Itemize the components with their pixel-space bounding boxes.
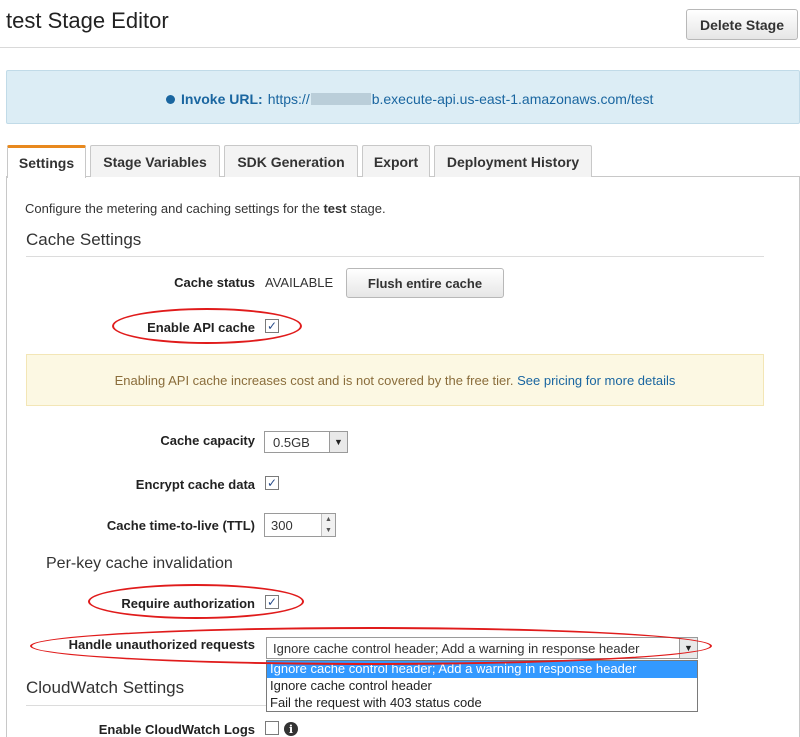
settings-description: Configure the metering and caching setti… — [25, 201, 386, 216]
require-authorization-checkbox[interactable]: ✓ — [265, 595, 279, 609]
cloudwatch-logs-checkbox[interactable] — [265, 721, 279, 735]
dropdown-option[interactable]: Ignore cache control header; Add a warni… — [267, 661, 697, 678]
invoke-url-line: Invoke URL: https:// b.execute-api.us-ea… — [166, 91, 653, 107]
cache-capacity-value: 0.5GB — [273, 435, 310, 450]
page-title: test Stage Editor — [6, 8, 169, 33]
cloudwatch-settings-divider — [26, 705, 266, 706]
enable-api-cache-checkbox[interactable]: ✓ — [265, 319, 279, 333]
cache-settings-divider — [26, 256, 764, 257]
dropdown-option[interactable]: Ignore cache control header — [267, 678, 697, 695]
tab-stage-variables[interactable]: Stage Variables — [90, 145, 220, 177]
ttl-label: Cache time-to-live (TTL) — [106, 518, 255, 533]
encrypt-cache-checkbox[interactable]: ✓ — [265, 476, 279, 490]
dropdown-option[interactable]: Fail the request with 403 status code — [267, 695, 697, 712]
spinner-down-icon[interactable]: ▼ — [321, 525, 335, 536]
cache-settings-title: Cache Settings — [26, 230, 142, 249]
cache-capacity-label: Cache capacity — [160, 433, 255, 448]
cloudwatch-logs-label: Enable CloudWatch Logs — [98, 722, 255, 737]
info-dot-icon — [166, 94, 175, 104]
unauthorized-requests-options: Ignore cache control header; Add a warni… — [266, 660, 698, 712]
unauthorized-requests-label: Handle unauthorized requests — [68, 637, 255, 652]
unauthorized-requests-select[interactable]: Ignore cache control header; Add a warni… — [266, 637, 698, 659]
invoke-url-prefix[interactable]: https:// — [268, 91, 310, 107]
header-divider — [0, 47, 800, 48]
cost-warning-text: Enabling API cache increases cost and is… — [114, 373, 676, 388]
enable-api-cache-label: Enable API cache — [147, 320, 255, 335]
encrypt-cache-label: Encrypt cache data — [135, 477, 255, 492]
unauthorized-requests-value: Ignore cache control header; Add a warni… — [273, 641, 640, 656]
ttl-value: 300 — [271, 518, 293, 533]
require-authorization-label: Require authorization — [121, 596, 255, 611]
chevron-down-icon[interactable]: ▼ — [329, 432, 347, 452]
delete-stage-button[interactable]: Delete Stage — [686, 9, 798, 40]
ttl-input[interactable]: 300 ▲ ▼ — [264, 513, 336, 537]
cloudwatch-settings-title: CloudWatch Settings — [26, 678, 185, 697]
cache-capacity-select[interactable]: 0.5GB ▼ — [264, 431, 348, 453]
cache-status-value: AVAILABLE — [265, 275, 334, 290]
invoke-url-suffix[interactable]: b.execute-api.us-east-1.amazonaws.com/te… — [372, 91, 654, 107]
per-key-invalidation-title: Per-key cache invalidation — [46, 555, 233, 572]
tab-settings[interactable]: Settings — [7, 145, 86, 178]
chevron-down-icon[interactable]: ▼ — [679, 638, 697, 658]
tab-sdk-generation[interactable]: SDK Generation — [224, 145, 358, 177]
flush-cache-button[interactable]: Flush entire cache — [346, 268, 504, 298]
tab-export[interactable]: Export — [362, 145, 430, 177]
cache-status-label: Cache status — [174, 275, 255, 290]
tab-deployment-history[interactable]: Deployment History — [434, 145, 592, 177]
info-icon[interactable]: i — [284, 722, 298, 736]
spinner-up-icon[interactable]: ▲ — [321, 514, 335, 525]
redacted-url-segment — [310, 93, 371, 105]
pricing-link[interactable]: See pricing for more details — [517, 373, 675, 388]
invoke-url-label: Invoke URL: — [181, 91, 263, 107]
